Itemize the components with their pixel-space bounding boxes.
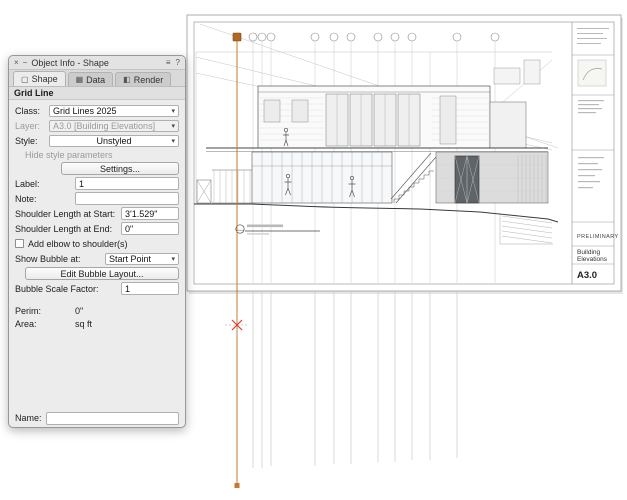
render-tab-icon: ◧ (123, 75, 131, 84)
selected-grid-bubble[interactable] (233, 33, 241, 41)
shoulder-start-input[interactable] (121, 207, 179, 220)
shoulder-start-label: Shoulder Length at Start: (15, 209, 115, 219)
bubble-scale-input[interactable] (121, 282, 179, 295)
chevron-down-icon: ▾ (171, 122, 175, 130)
name-input[interactable] (46, 412, 179, 425)
close-icon[interactable]: × (14, 59, 19, 67)
palette-title: Object Info - Shape (31, 58, 109, 68)
label-label: Label: (15, 179, 71, 189)
show-bubble-dropdown[interactable]: Start Point ▾ (105, 253, 179, 265)
shoulder-end-input[interactable] (121, 222, 179, 235)
class-value: Grid Lines 2025 (53, 106, 117, 116)
layer-dropdown: A3.0 [Building Elevations] ▾ (49, 120, 179, 132)
chevron-down-icon: ▾ (171, 137, 175, 145)
menu-icon[interactable]: ≡ (166, 59, 171, 67)
perim-label: Perim: (15, 306, 71, 316)
note-input[interactable] (75, 192, 179, 205)
data-tab-icon: ▦ (76, 75, 84, 84)
collapse-icon[interactable]: − (23, 59, 28, 67)
sheet-number: A3.0 (577, 270, 597, 281)
area-value: sq ft (75, 319, 92, 329)
sheet-title-line1: Building (577, 249, 601, 256)
style-dropdown[interactable]: Unstyled ▾ (49, 135, 179, 147)
edit-bubble-layout-button[interactable]: Edit Bubble Layout... (25, 267, 179, 280)
area-label: Area: (15, 319, 71, 329)
tab-shape-label: Shape (32, 74, 58, 84)
layer-value: A3.0 [Building Elevations] (53, 121, 155, 131)
palette-tabs: ▢ Shape ▦ Data ◧ Render (9, 70, 185, 87)
bubble-scale-label: Bubble Scale Factor: (15, 284, 99, 294)
help-icon[interactable]: ? (176, 59, 180, 67)
class-label: Class: (15, 106, 45, 116)
grid-lines-below-sheet[interactable] (253, 292, 457, 468)
sheet-title-line2: Elevations (577, 256, 608, 263)
perim-value: 0" (75, 306, 83, 316)
grid-line-end-handle[interactable] (235, 483, 240, 488)
shoulder-end-label: Shoulder Length at End: (15, 224, 112, 234)
note-label: Note: (15, 194, 71, 204)
elbow-checkbox[interactable] (15, 239, 24, 248)
style-label: Style: (15, 136, 45, 146)
class-dropdown[interactable]: Grid Lines 2025 ▾ (49, 105, 179, 117)
tab-data[interactable]: ▦ Data (68, 72, 114, 86)
object-type-header: Grid Line (9, 87, 185, 100)
app-canvas[interactable]: PRELIMINARY Building Elevations A3.0 (0, 0, 627, 500)
name-label: Name: (15, 413, 42, 423)
show-bubble-label: Show Bubble at: (15, 254, 81, 264)
shape-tab-icon: ▢ (21, 75, 29, 84)
palette-titlebar[interactable]: × − Object Info - Shape ≡ ? (9, 56, 185, 70)
settings-button[interactable]: Settings... (61, 162, 179, 175)
tab-render[interactable]: ◧ Render (115, 72, 171, 86)
layer-label: Layer: (15, 121, 45, 131)
chevron-down-icon: ▾ (171, 107, 175, 115)
tab-shape[interactable]: ▢ Shape (13, 71, 66, 86)
style-value: Unstyled (96, 136, 131, 146)
tab-render-label: Render (134, 75, 164, 85)
chevron-down-icon: ▾ (171, 255, 175, 263)
show-bubble-value: Start Point (109, 254, 151, 264)
tab-data-label: Data (86, 75, 105, 85)
label-input[interactable] (75, 177, 179, 190)
title-block-logo (578, 60, 606, 86)
elbow-label: Add elbow to shoulder(s) (28, 239, 128, 249)
sheet-status: PRELIMINARY (577, 234, 619, 240)
object-info-palette: × − Object Info - Shape ≡ ? ▢ Shape ▦ Da… (8, 55, 186, 428)
hide-style-parameters: Hide style parameters (25, 150, 113, 160)
